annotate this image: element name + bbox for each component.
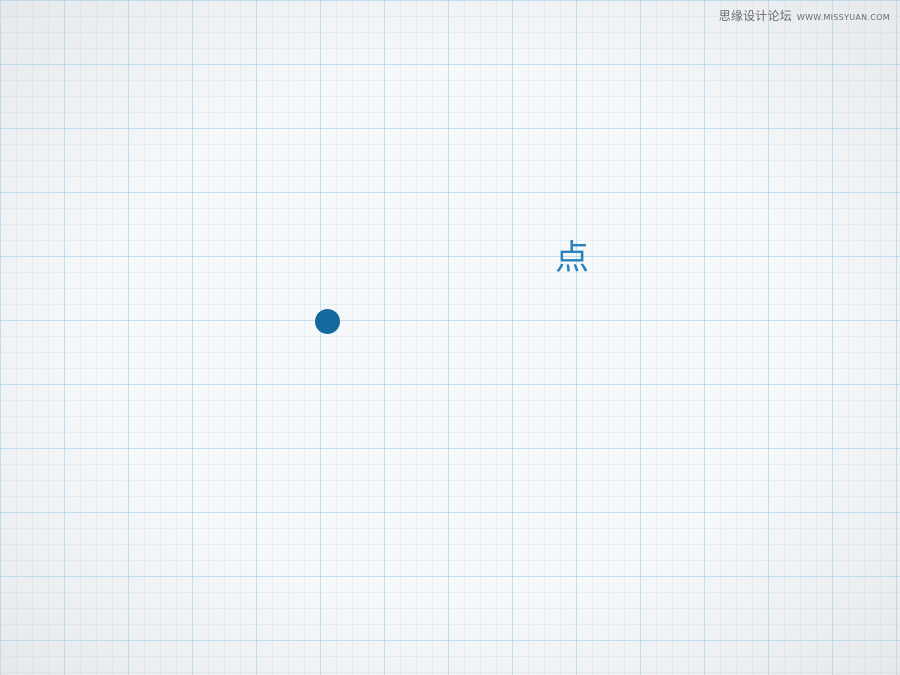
watermark-site: WWW.MISSYUAN.COM	[796, 13, 890, 22]
slide-heading: 点	[555, 238, 589, 278]
watermark-text: 思缘设计论坛	[718, 9, 792, 23]
vignette-overlay	[0, 0, 900, 675]
dot-shape	[315, 309, 340, 334]
watermark: 思缘设计论坛 WWW.MISSYUAN.COM	[719, 7, 890, 24]
graph-paper-canvas: 思缘设计论坛 WWW.MISSYUAN.COM 点	[0, 0, 900, 675]
